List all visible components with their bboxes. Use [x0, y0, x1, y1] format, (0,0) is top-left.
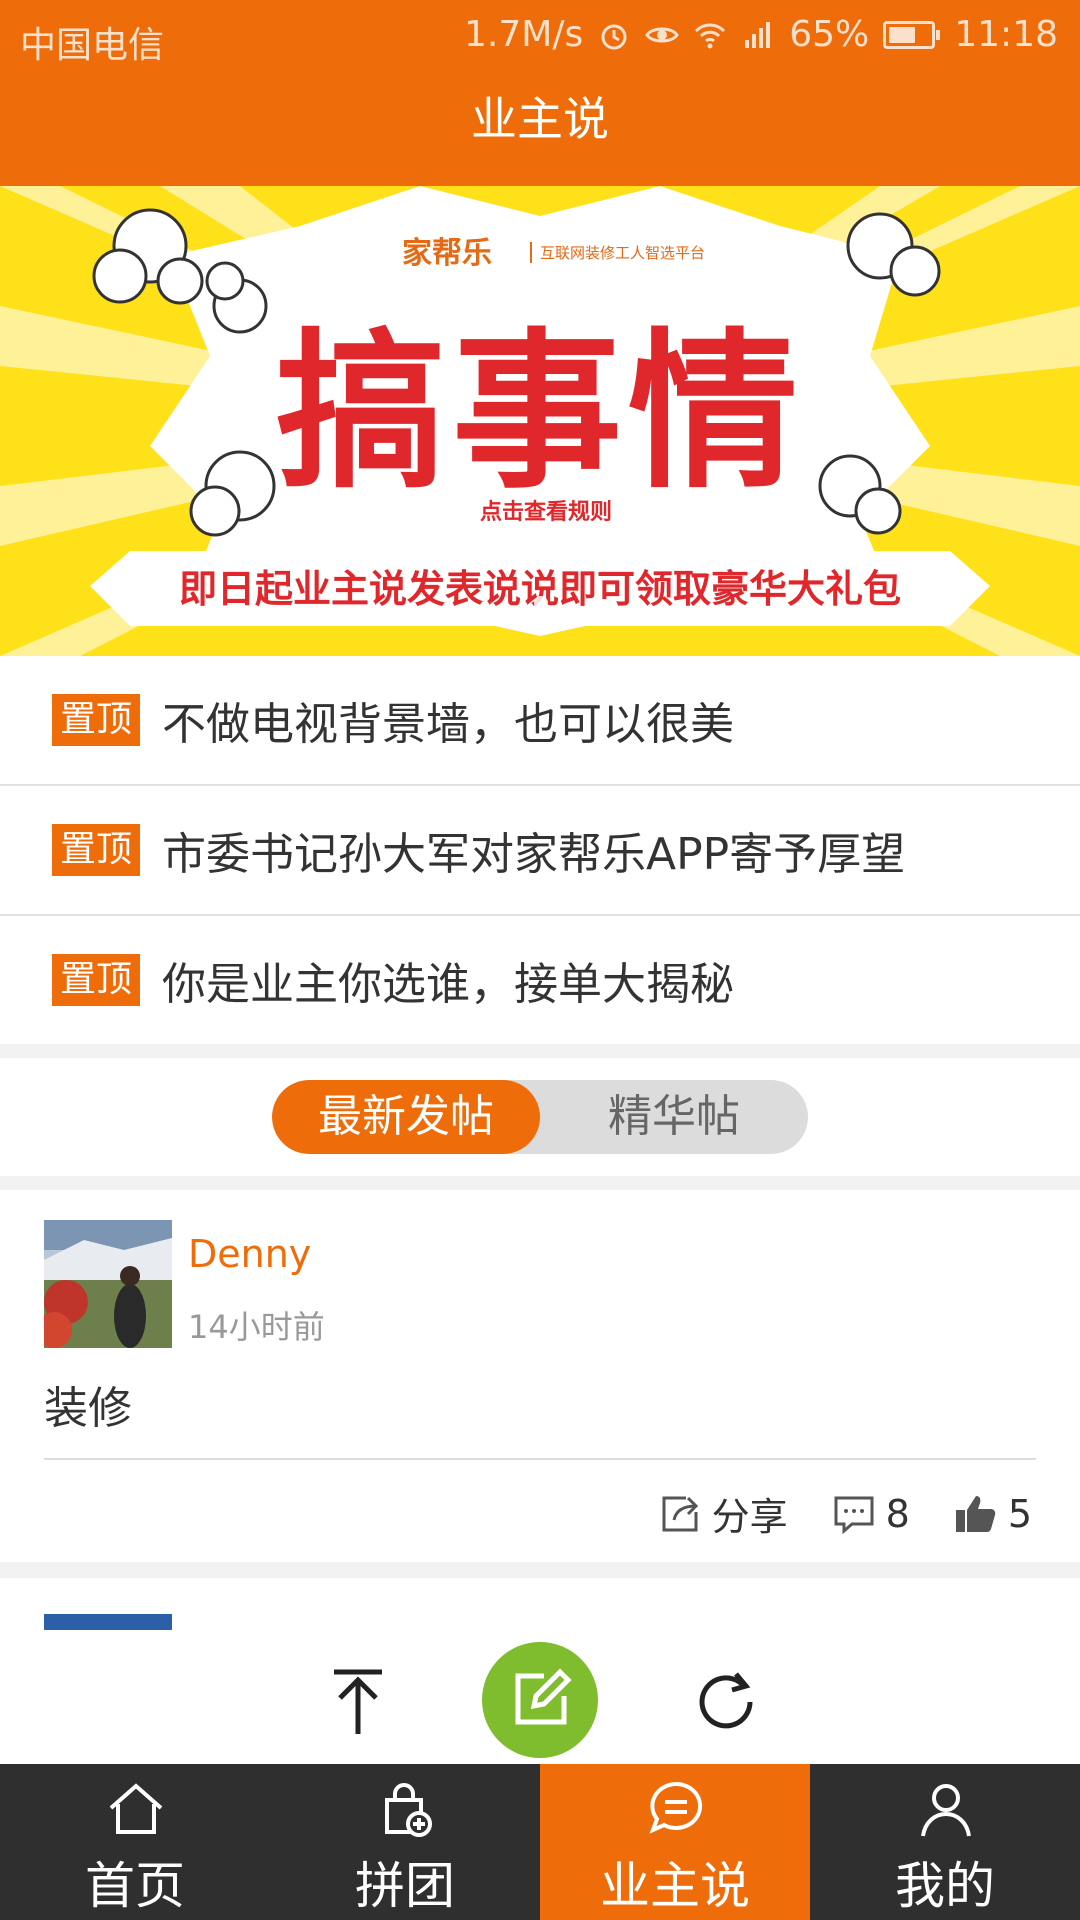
compose-icon	[515, 1668, 572, 1725]
share-button[interactable]: 分享	[656, 1486, 788, 1541]
scroll-to-top-icon[interactable]	[318, 1662, 398, 1742]
refresh-icon[interactable]	[686, 1662, 766, 1742]
tab-featured-posts[interactable]: 精华帖	[540, 1080, 808, 1154]
nav-label: 我的	[895, 1857, 995, 1915]
banner-logo-subtitle: 互联网装修工人智选平台	[530, 242, 705, 263]
post-author[interactable]: Denny	[188, 1232, 311, 1276]
nav-item-group-buy[interactable]: 拼团	[270, 1764, 540, 1920]
battery-percent: 65%	[789, 14, 870, 55]
avatar[interactable]	[44, 1220, 172, 1348]
post-filter-bar: 最新发帖 精华帖	[0, 1058, 1080, 1176]
floating-action-bar	[0, 1630, 1080, 1764]
promo-banner[interactable]: 家帮乐 互联网装修工人智选平台 搞事情 点击查看规则 即日起业主说发表说说即可领…	[0, 186, 1080, 656]
post-content: 装修	[44, 1383, 132, 1434]
comment-button[interactable]: 8	[830, 1490, 910, 1538]
banner-ribbon-text: 即日起业主说发表说说即可领取豪华大礼包	[178, 567, 901, 611]
carrier-name: 中国电信	[20, 25, 165, 66]
pinned-tag: 置顶	[52, 824, 141, 876]
page-title: 业主说	[471, 92, 609, 146]
network-speed: 1.7M/s	[464, 14, 584, 55]
pinned-post-row[interactable]: 置顶 不做电视背景墙，也可以很美	[0, 656, 1080, 786]
user-icon	[921, 1784, 971, 1837]
pinned-tag: 置顶	[52, 694, 141, 746]
pinned-posts-list: 置顶 不做电视背景墙，也可以很美 置顶 市委书记孙大军对家帮乐APP寄予厚望 置…	[0, 656, 1080, 1044]
nav-label: 拼团	[355, 1857, 455, 1915]
status-icons: 1.7M/s 65% 11:18	[464, 14, 1058, 55]
battery-icon	[883, 20, 941, 49]
eye-icon	[645, 27, 680, 42]
pinned-tag: 置顶	[52, 954, 141, 1006]
nav-item-profile[interactable]: 我的	[810, 1764, 1080, 1920]
share-label: 分享	[711, 1495, 788, 1539]
post-card-partial[interactable]	[0, 1578, 1080, 1630]
post-actions: 分享 8 5	[656, 1486, 1032, 1541]
tab-latest-posts[interactable]: 最新发帖	[272, 1080, 540, 1154]
avatar[interactable]	[44, 1614, 172, 1630]
page-title-bar: 业主说	[0, 74, 1080, 186]
nav-item-home[interactable]: 首页	[0, 1764, 270, 1920]
pinned-post-row[interactable]: 置顶 你是业主你选谁，接单大揭秘	[0, 916, 1080, 1044]
alarm-icon	[601, 24, 627, 49]
share-icon	[662, 1496, 698, 1531]
nav-label: 业主说	[600, 1857, 750, 1915]
segmented-control: 最新发帖 精华帖	[272, 1080, 808, 1154]
comment-count: 8	[885, 1491, 910, 1536]
chat-icon	[649, 1781, 703, 1834]
divider	[44, 1458, 1036, 1460]
banner-headline: 搞事情	[275, 314, 804, 512]
nav-label: 首页	[85, 1857, 185, 1915]
banner-rules-link[interactable]: 点击查看规则	[480, 494, 612, 526]
wifi-icon	[695, 23, 726, 48]
like-count: 5	[1007, 1491, 1032, 1536]
group-buy-icon	[385, 1783, 432, 1837]
compose-button[interactable]	[482, 1642, 598, 1758]
like-button[interactable]: 5	[952, 1490, 1032, 1538]
home-icon	[109, 1783, 163, 1834]
bottom-navigation: 首页 拼团 业主说 我的	[0, 1764, 1080, 1920]
nav-item-owners-say[interactable]: 业主说	[540, 1764, 810, 1920]
signal-icon	[745, 21, 771, 48]
clock: 11:18	[954, 14, 1058, 55]
pinned-post-title: 你是业主你选谁，接单大揭秘	[162, 959, 735, 1010]
comment-icon	[834, 1496, 874, 1534]
banner-logo: 家帮乐	[402, 236, 492, 271]
carousel-indicator-dot	[534, 596, 548, 610]
pinned-post-title: 不做电视背景墙，也可以很美	[162, 699, 735, 750]
pinned-post-row[interactable]: 置顶 市委书记孙大军对家帮乐APP寄予厚望	[0, 786, 1080, 916]
post-time: 14小时前	[188, 1308, 325, 1346]
pinned-post-title: 市委书记孙大军对家帮乐APP寄予厚望	[162, 829, 906, 880]
thumbs-up-icon	[955, 1495, 996, 1532]
status-bar: 中国电信 1.7M/s 65% 11:18	[0, 0, 1080, 74]
post-card[interactable]: Denny 14小时前 装修 分享 8 5	[0, 1190, 1080, 1562]
